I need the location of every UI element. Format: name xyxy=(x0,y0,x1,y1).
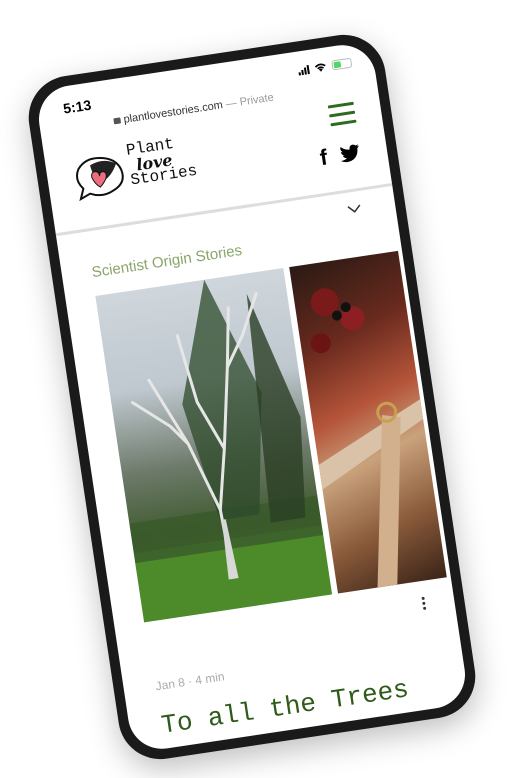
post-meta: Jan 8 · 4 min xyxy=(155,669,226,693)
twitter-icon[interactable] xyxy=(338,143,362,164)
wifi-icon xyxy=(314,63,326,72)
status-icons xyxy=(298,57,353,76)
lock-icon xyxy=(113,117,122,125)
phone-frame: 5:13 plantlovestories.com — Private Plan… xyxy=(22,29,482,765)
phone-screen: 5:13 plantlovestories.com — Private Plan… xyxy=(34,40,470,754)
signal-icon xyxy=(298,64,310,76)
site-logo-text[interactable]: Plant love Stories xyxy=(125,134,199,190)
category-label[interactable]: Scientist Origin Stories xyxy=(91,242,244,281)
post-date: Jan 8 xyxy=(154,675,186,694)
meta-separator: · xyxy=(187,674,194,689)
status-time: 5:13 xyxy=(62,96,93,117)
chevron-down-icon[interactable] xyxy=(347,204,362,214)
more-options-icon[interactable] xyxy=(421,596,427,612)
post-read-time: 4 min xyxy=(194,669,226,688)
hamburger-menu-icon[interactable] xyxy=(327,101,357,128)
logo-heart-leaf-icon[interactable] xyxy=(68,148,131,208)
battery-icon xyxy=(331,57,353,71)
